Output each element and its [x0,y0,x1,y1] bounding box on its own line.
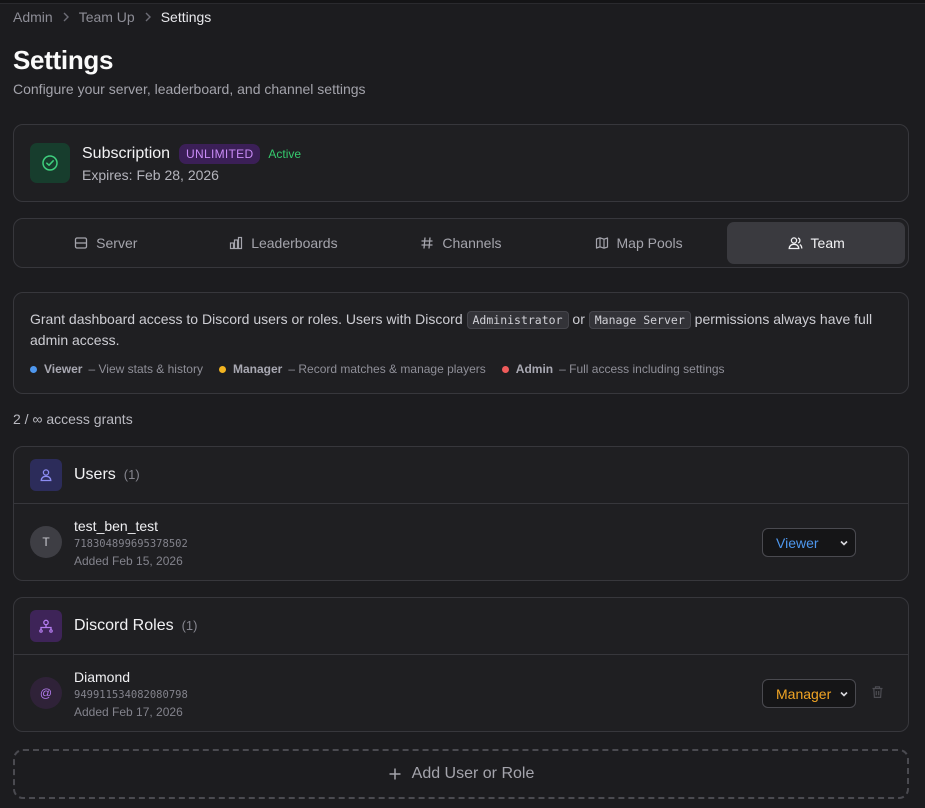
chevron-right-icon [144,10,152,25]
users-icon [788,237,802,250]
trash-icon[interactable] [871,685,884,699]
top-border [0,0,925,4]
admin-dot [501,365,509,373]
plus-icon [389,768,401,780]
add-button-label: Add User or Role [411,765,535,782]
users-title-text: Users [74,466,116,483]
role-name: Diamond [74,669,131,685]
bar-chart-icon [230,236,243,250]
avatar: T [30,526,62,558]
page-subtitle: Configure your server, leaderboard, and … [13,81,366,97]
add-user-or-role-button[interactable]: Add User or Role [13,749,909,799]
server-icon [75,237,88,249]
access-info-text: Grant dashboard access to Discord users … [30,309,896,350]
subscription-status: Active [268,147,302,161]
tab-team-label: Team [810,235,845,251]
legend-admin-name: Admin [515,362,554,376]
role-icon [30,610,62,642]
breadcrumb-current: Settings [160,9,212,25]
access-grants-count: 2 / ∞ access grants [13,411,133,427]
permission-administrator: Administrator [466,311,569,329]
users-count: (1) [123,467,140,482]
chevron-down-icon [840,540,848,546]
legend-admin: Admin – Full access including settings [501,362,725,376]
chevron-down-icon [840,691,848,697]
tab-server-label: Server [96,235,138,251]
tab-map-pools-label: Map Pools [616,235,683,251]
hash-icon [421,237,433,249]
legend-viewer-name: Viewer [44,362,83,376]
role-legend: Viewer – View stats & history Manager – … [30,362,741,376]
user-icon [30,459,62,491]
user-name: test_ben_test [74,518,159,534]
manager-dot [218,365,226,373]
roles-section-header: Discord Roles (1) [14,598,908,655]
info-text-before: Grant dashboard access to Discord users … [30,311,467,327]
user-added-date: Added Feb 15, 2026 [74,554,183,568]
user-row: T test_ben_test 718304899695378502 Added… [14,504,908,580]
access-info-card: Grant dashboard access to Discord users … [13,292,909,394]
legend-viewer: Viewer – View stats & history [30,362,203,376]
tab-channels[interactable]: Channels [372,222,550,264]
role-row: @ Diamond 949911534082080798 Added Feb 1… [14,655,908,731]
settings-tabs: Server Leaderboards Channels Map Pools T… [13,218,909,268]
role-id: 949911534082080798 [74,689,188,701]
tab-leaderboards-label: Leaderboards [251,235,338,251]
roles-title-text: Discord Roles [74,617,174,634]
legend-manager: Manager – Record matches & manage player… [218,362,486,376]
check-circle-icon [30,143,70,183]
subscription-title: Subscription [82,145,171,162]
discord-roles-section: Discord Roles (1) @ Diamond 9499115340820… [13,597,909,732]
roles-count: (1) [181,618,198,633]
permission-manage-server: Manage Server [588,311,691,329]
page-title: Settings [13,45,114,75]
user-role-value: Viewer [776,534,819,551]
roles-section-title: Discord Roles (1) [74,617,197,635]
role-access-value: Manager [776,685,832,702]
users-section-title: Users (1) [74,466,140,484]
role-avatar: @ [30,677,62,709]
tab-server[interactable]: Server [17,222,195,264]
role-added-date: Added Feb 17, 2026 [74,705,183,719]
tab-channels-label: Channels [442,235,502,251]
breadcrumb-admin[interactable]: Admin [13,9,53,25]
breadcrumb-team-up[interactable]: Team Up [79,9,135,25]
users-section: Users (1) T test_ben_test 718304899695378… [13,446,909,581]
breadcrumb: Admin Team Up Settings [13,9,211,25]
legend-manager-name: Manager [232,362,283,376]
tab-map-pools[interactable]: Map Pools [550,222,728,264]
tab-team[interactable]: Team [727,222,905,264]
legend-admin-desc: – Full access including settings [559,362,725,376]
viewer-dot [30,365,37,373]
tab-leaderboards[interactable]: Leaderboards [195,222,373,264]
users-section-header: Users (1) [14,447,908,504]
subscription-card: Subscription UNLIMITED Active Expires: F… [13,124,909,202]
user-id: 718304899695378502 [74,538,188,550]
info-text-mid: or [568,311,589,327]
role-access-select[interactable]: Manager [762,679,856,708]
user-role-select[interactable]: Viewer [762,528,856,557]
map-icon [595,237,608,249]
legend-viewer-desc: – View stats & history [88,362,203,376]
chevron-right-icon [62,10,70,25]
subscription-title-row: Subscription UNLIMITED Active [82,144,301,164]
subscription-expires: Expires: Feb 28, 2026 [82,167,219,183]
plan-badge: UNLIMITED [179,144,261,164]
legend-manager-desc: – Record matches & manage players [288,362,486,376]
